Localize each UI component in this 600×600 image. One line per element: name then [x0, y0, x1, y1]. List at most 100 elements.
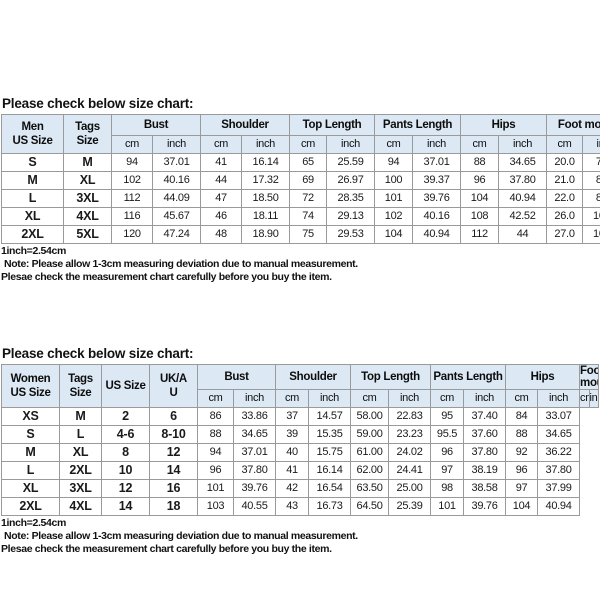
men-unit-hips-inch: inch	[498, 135, 548, 154]
women-r1-us-size: S	[1, 425, 60, 445]
men-r3-pants-cm: 102	[374, 207, 414, 226]
men-r3-bust-in: 45.67	[151, 207, 202, 226]
men-r1-pants-in: 39.37	[412, 171, 462, 190]
men-r4-top-in: 29.53	[326, 225, 376, 244]
women-r4-us-num: 12	[101, 479, 150, 499]
men-r0-pants-cm: 94	[374, 153, 414, 172]
men-size-table: Men US Size Tags Size Bust Shoulder Top …	[1, 114, 600, 244]
women-r4-pants-in: 38.58	[463, 479, 507, 499]
men-col-tags-size-header: Tags Size	[63, 114, 112, 154]
women-chart-title: Please check below size chart:	[2, 346, 194, 361]
men-table-header: Men US Size Tags Size Bust Shoulder Top …	[1, 114, 600, 154]
men-unit-pants-inch: inch	[412, 135, 462, 154]
women-r5-top-cm: 64.50	[350, 497, 390, 517]
women-group-pants-length: Pants Length	[430, 363, 507, 391]
men-r1-bust-cm: 102	[111, 171, 153, 190]
size-chart-page: Please check below size chart: Men US Si…	[0, 0, 600, 600]
men-r2-hips-cm: 104	[460, 189, 500, 208]
men-unit-bust-cm: cm	[111, 135, 153, 154]
women-r3-pants-in: 38.19	[463, 461, 507, 481]
men-r4-pants-in: 40.94	[412, 225, 462, 244]
men-r2-us-size: L	[1, 189, 64, 208]
women-unit-pants-inch: inch	[463, 389, 507, 409]
women-r0-shoulder-cm: 37	[275, 407, 310, 427]
table-row: XS M 2 6 86 33.86 37 14.57 58.00 22.83 9…	[1, 407, 599, 427]
men-col-us-size-line2: US Size	[12, 135, 53, 147]
men-unit-shoulder-cm: cm	[200, 135, 243, 154]
women-r2-hips-in: 36.22	[537, 443, 581, 463]
women-r3-hips-in: 37.80	[537, 461, 581, 481]
women-col-us-size-line1: Women	[10, 372, 51, 385]
men-r0-top-in: 25.59	[326, 153, 376, 172]
women-col-us-number-header: US Size	[101, 363, 150, 409]
women-r3-uk-au: 14	[149, 461, 198, 481]
men-r4-tag-size: 5XL	[63, 225, 112, 244]
women-r3-shoulder-in: 16.14	[308, 461, 352, 481]
women-r5-uk-au: 18	[149, 497, 198, 517]
men-group-pants-length: Pants Length	[374, 114, 462, 136]
men-r0-top-cm: 65	[289, 153, 328, 172]
women-col-us-size-line2: US Size	[10, 387, 51, 400]
men-r0-tag-size: M	[63, 153, 112, 172]
women-r5-bust-cm: 103	[197, 497, 234, 517]
women-r2-shoulder-in: 15.75	[308, 443, 352, 463]
women-r5-pants-cm: 101	[430, 497, 465, 517]
men-r1-hips-cm: 96	[460, 171, 500, 190]
women-header-group-row: Women US Size Tags Size US Size UK/A U B…	[1, 363, 599, 409]
women-r5-us-num: 14	[101, 497, 150, 517]
women-note-inch-conversion: 1inch=2.54cm	[1, 517, 66, 530]
men-r2-foot-cm: 22.0	[546, 189, 584, 208]
men-r1-foot-cm: 21.0	[546, 171, 584, 190]
women-r5-shoulder-in: 16.73	[308, 497, 352, 517]
women-col-tags-size-line2: Size	[69, 387, 92, 400]
women-r2-shoulder-cm: 40	[275, 443, 310, 463]
women-r3-pants-cm: 97	[430, 461, 465, 481]
women-r2-us-num: 8	[101, 443, 150, 463]
women-r4-shoulder-in: 16.54	[308, 479, 352, 499]
women-notes: 1inch=2.54cm Note: Please allow 1-3cm me…	[0, 516, 600, 556]
women-r5-us-size: 2XL	[1, 497, 60, 517]
men-unit-bust-inch: inch	[151, 135, 202, 154]
women-r1-bust-in: 34.65	[232, 425, 277, 445]
men-unit-foot-inch: inch	[582, 135, 600, 154]
men-unit-pants-cm: cm	[374, 135, 414, 154]
men-r0-pants-in: 37.01	[412, 153, 462, 172]
women-r4-us-size: XL	[1, 479, 60, 499]
table-row: M XL 8 12 94 37.01 40 15.75 61.00 24.02 …	[1, 443, 599, 463]
women-r3-us-num: 10	[101, 461, 150, 481]
women-group-foot-mouth: Foot mouth	[579, 363, 599, 391]
women-unit-hips-inch: inch	[537, 389, 581, 409]
men-note-deviation: Note: Please allow 1-3cm measuring devia…	[4, 258, 358, 270]
women-r0-pants-cm: 95	[430, 407, 465, 427]
men-r4-shoulder-cm: 48	[200, 225, 243, 244]
men-header-group-row: Men US Size Tags Size Bust Shoulder Top …	[1, 114, 600, 154]
women-r2-top-in: 24.02	[388, 443, 432, 463]
women-r2-pants-in: 37.80	[463, 443, 507, 463]
women-col-uk-au-line2: U	[169, 387, 178, 400]
women-col-uk-au-line1: UK/A	[160, 372, 187, 385]
men-r2-shoulder-in: 18.50	[241, 189, 291, 208]
women-r2-tag-size: XL	[59, 443, 102, 463]
men-r2-shoulder-cm: 47	[200, 189, 243, 208]
women-unit-top-cm: cm	[350, 389, 390, 409]
men-note-inch-conversion: 1inch=2.54cm	[1, 245, 66, 257]
men-r3-top-in: 29.13	[326, 207, 376, 226]
men-r1-tag-size: XL	[63, 171, 112, 190]
women-r1-hips-in: 34.65	[537, 425, 581, 445]
women-r3-hips-cm: 96	[505, 461, 539, 481]
men-r4-shoulder-in: 18.90	[241, 225, 291, 244]
men-r1-bust-in: 40.16	[151, 171, 202, 190]
women-r2-top-cm: 61.00	[350, 443, 390, 463]
men-r1-shoulder-in: 17.32	[241, 171, 291, 190]
women-unit-top-inch: inch	[388, 389, 432, 409]
men-notes: 1inch=2.54cm Note: Please allow 1-3cm me…	[0, 244, 600, 284]
men-unit-top-cm: cm	[289, 135, 328, 154]
women-r5-hips-cm: 104	[505, 497, 539, 517]
women-r0-top-in: 22.83	[388, 407, 432, 427]
table-row: S L 4-6 8-10 88 34.65 39 15.35 59.00 23.…	[1, 425, 599, 445]
women-r1-pants-in: 37.60	[463, 425, 507, 445]
men-r2-tag-size: 3XL	[63, 189, 112, 208]
women-r1-uk-au: 8-10	[149, 425, 198, 445]
table-row: L 3XL 112 44.09 47 18.50 72 28.35 101 39…	[1, 189, 600, 208]
men-r2-top-in: 28.35	[326, 189, 376, 208]
